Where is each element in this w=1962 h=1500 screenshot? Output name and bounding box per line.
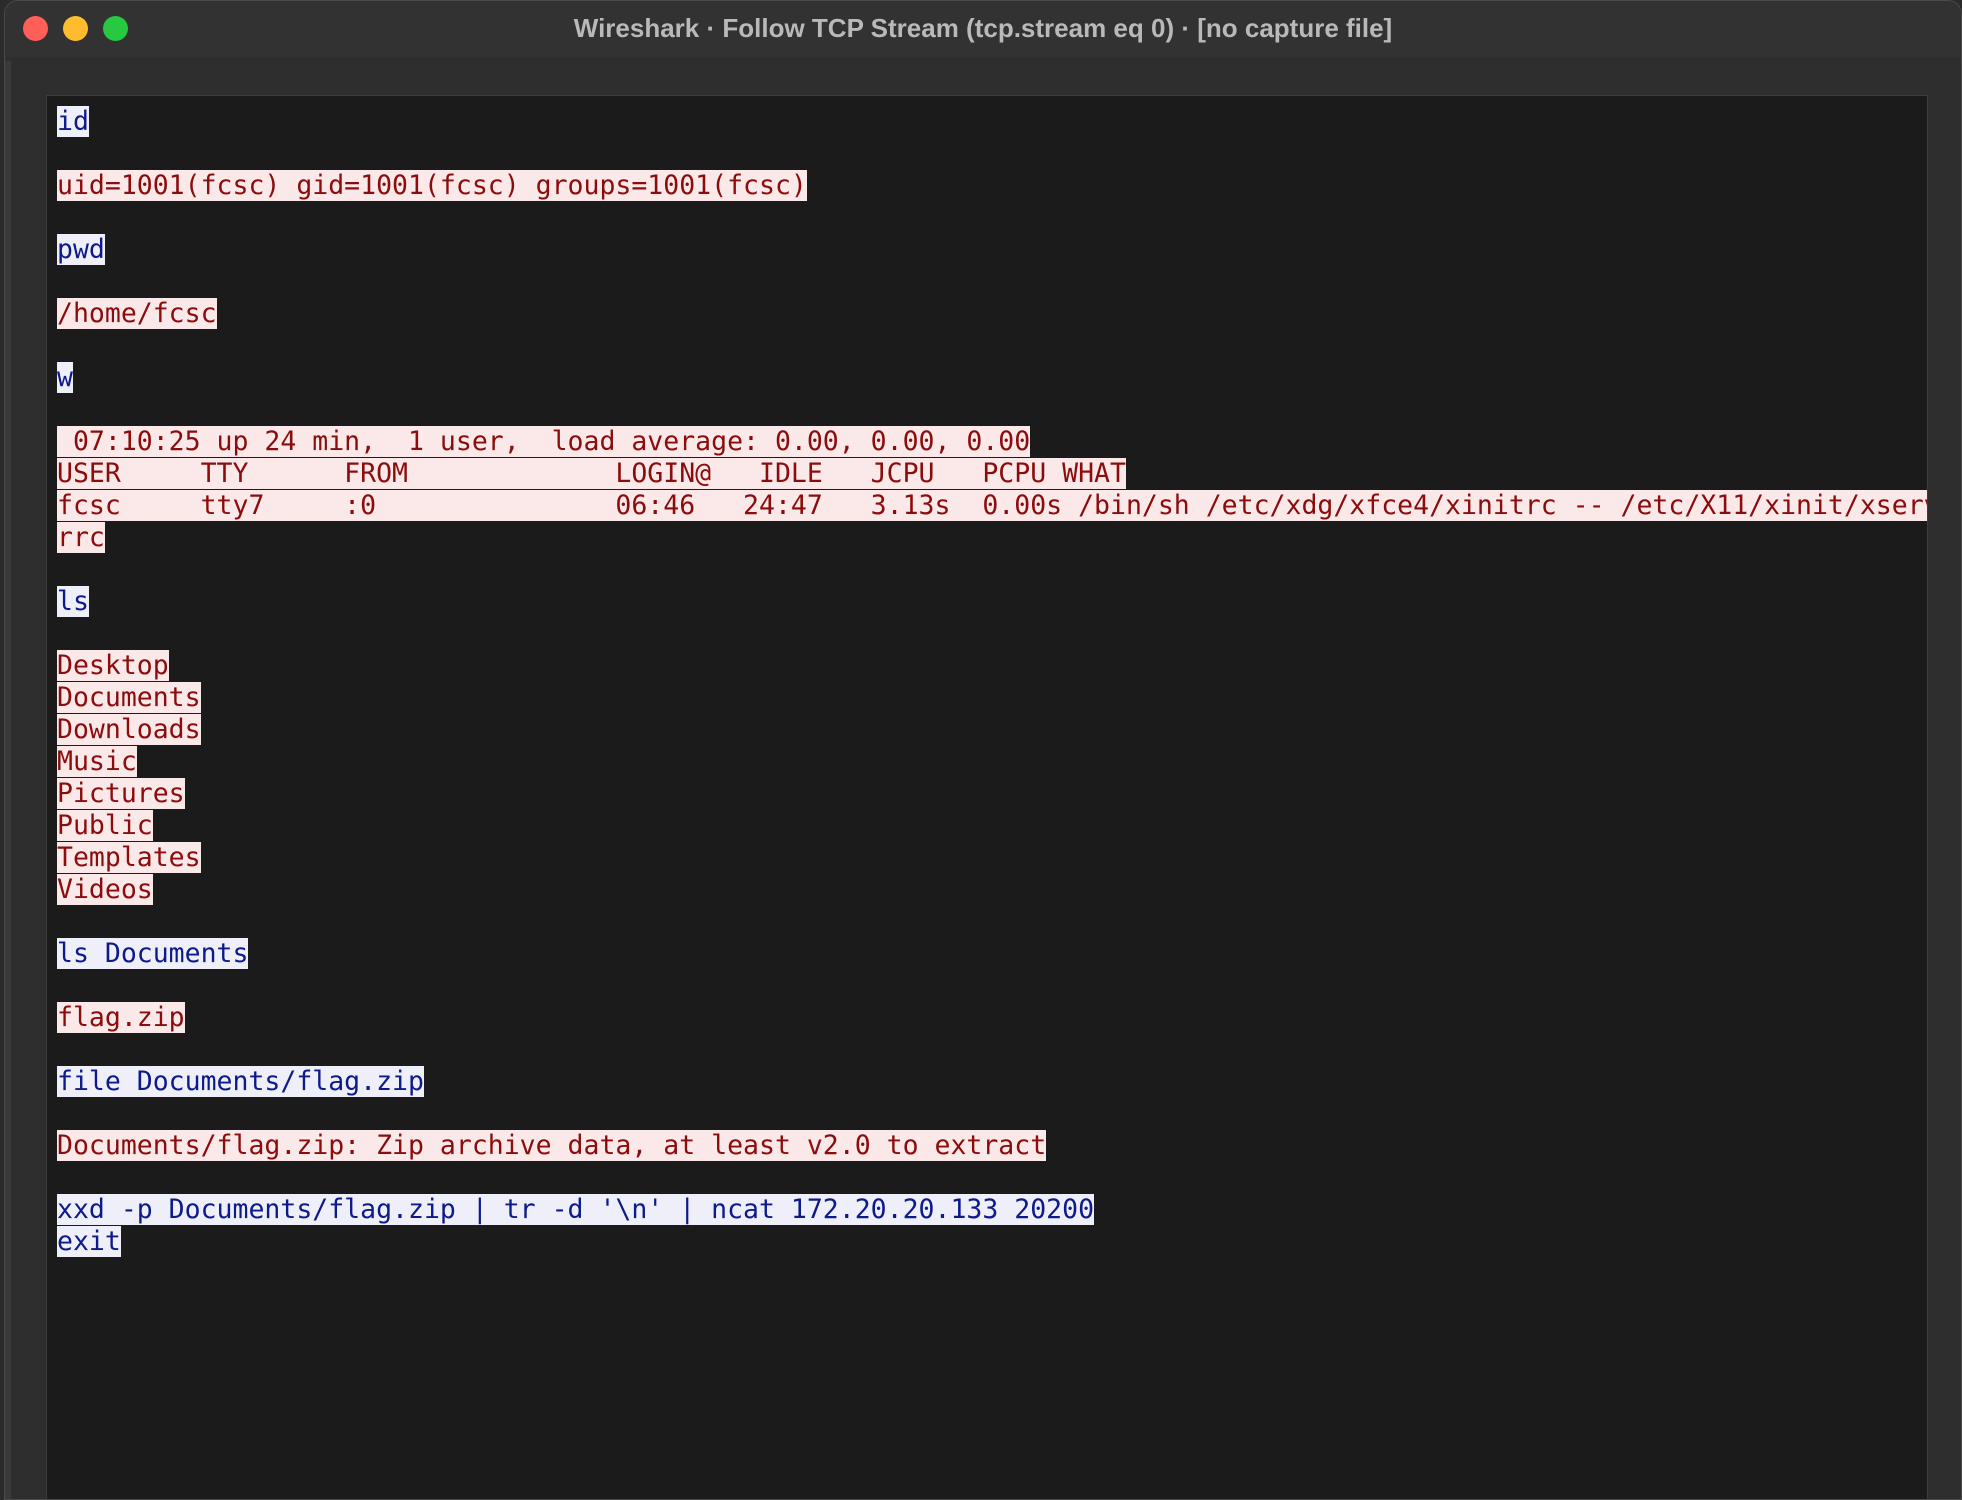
stream-line: Documents/flag.zip: Zip archive data, at… [57,1130,1927,1162]
stream-line [57,1098,1927,1130]
stream-line: flag.zip [57,1002,1927,1034]
client-data-segment: xxd -p Documents/flag.zip | tr -d '\n' |… [57,1194,1095,1225]
client-data-segment: ls [57,586,89,617]
stream-content: id uid=1001(fcsc) gid=1001(fcsc) groups=1… [57,106,1927,1258]
stream-line: rrc [57,522,1927,554]
server-data-segment: Templates [57,842,201,873]
title-bar[interactable]: Wireshark · Follow TCP Stream (tcp.strea… [5,1,1961,58]
server-data-segment: Music [57,746,137,777]
stream-line: file Documents/flag.zip [57,1066,1927,1098]
stream-line: id [57,106,1927,138]
server-data-segment: USER TTY FROM LOGIN@ IDLE JCPU PCPU WHAT [57,458,1126,489]
server-data-segment: flag.zip [57,1002,185,1033]
client-data-segment: pwd [57,234,105,265]
stream-line [57,138,1927,170]
stream-line [57,1162,1927,1194]
server-data-segment: Documents/flag.zip: Zip archive data, at… [57,1130,1047,1161]
server-data-segment: /home/fcsc [57,298,217,329]
stream-line: Downloads [57,714,1927,746]
server-data-segment: Downloads [57,714,201,745]
client-data-segment: exit [57,1226,121,1257]
stream-line: exit [57,1226,1927,1258]
stream-line [57,1034,1927,1066]
server-data-segment: Desktop [57,650,169,681]
stream-line: Public [57,810,1927,842]
server-data-segment: Public [57,810,153,841]
stream-line [57,266,1927,298]
server-data-segment: uid=1001(fcsc) gid=1001(fcsc) groups=100… [57,170,807,201]
stream-line [57,906,1927,938]
client-data-segment: id [57,106,89,137]
stream-line: w [57,362,1927,394]
tcp-stream-text-view[interactable]: id uid=1001(fcsc) gid=1001(fcsc) groups=1… [46,95,1928,1499]
stream-line: xxd -p Documents/flag.zip | tr -d '\n' |… [57,1194,1927,1226]
stream-line [57,970,1927,1002]
stream-line: uid=1001(fcsc) gid=1001(fcsc) groups=100… [57,170,1927,202]
server-data-segment: rrc [57,522,105,553]
server-data-segment: Videos [57,874,153,905]
server-data-segment: Pictures [57,778,185,809]
stream-line: fcsc tty7 :0 06:46 24:47 3.13s 0.00s /bi… [57,490,1927,522]
stream-line [57,330,1927,362]
stream-line [57,202,1927,234]
left-edge-divider [5,61,11,1499]
stream-line: /home/fcsc [57,298,1927,330]
client-data-segment: ls Documents [57,938,249,969]
server-data-segment: fcsc tty7 :0 06:46 24:47 3.13s 0.00s /bi… [57,490,1927,521]
stream-line: 07:10:25 up 24 min, 1 user, load average… [57,426,1927,458]
stream-line: pwd [57,234,1927,266]
stream-line: Music [57,746,1927,778]
stream-line [57,394,1927,426]
stream-line: USER TTY FROM LOGIN@ IDLE JCPU PCPU WHAT [57,458,1927,490]
stream-line: Desktop [57,650,1927,682]
client-data-segment: file Documents/flag.zip [57,1066,424,1097]
stream-line: ls Documents [57,938,1927,970]
stream-line: Pictures [57,778,1927,810]
stream-line: Videos [57,874,1927,906]
stream-line: ls [57,586,1927,618]
stream-line: Templates [57,842,1927,874]
server-data-segment: Documents [57,682,201,713]
stream-line: Documents [57,682,1927,714]
client-data-segment: w [57,362,73,393]
server-data-segment: 07:10:25 up 24 min, 1 user, load average… [57,426,1031,457]
stream-line [57,554,1927,586]
wireshark-follow-tcp-stream-window: Wireshark · Follow TCP Stream (tcp.strea… [4,0,1962,1500]
window-title: Wireshark · Follow TCP Stream (tcp.strea… [573,13,1393,43]
stream-line [57,618,1927,650]
